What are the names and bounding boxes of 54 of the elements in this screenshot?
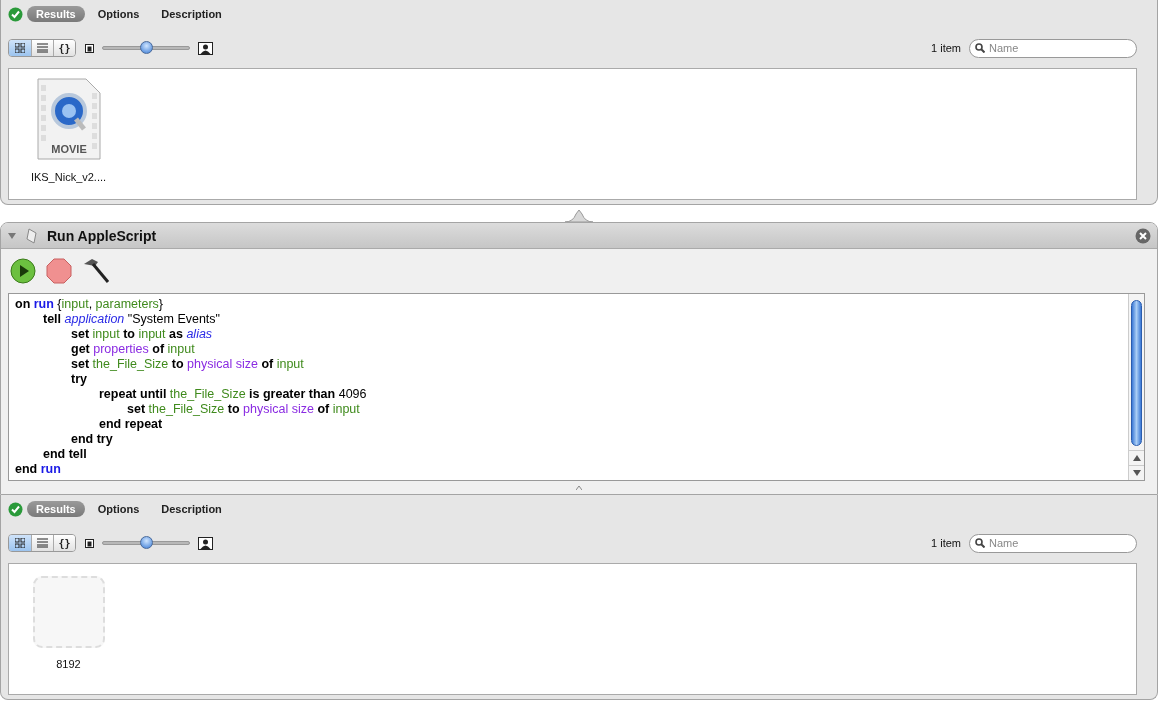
movie-file-icon[interactable]: MOVIE xyxy=(35,77,102,161)
item-name: IKS_Nick_v2.... xyxy=(30,171,107,183)
large-picture-icon xyxy=(198,536,213,550)
code-line: set the_File_Size to physical size of input xyxy=(126,402,361,417)
close-icon[interactable] xyxy=(1135,227,1151,244)
item-count: 1 item xyxy=(931,537,961,549)
resize-handle-icon[interactable] xyxy=(576,485,582,490)
scrollbar-thumb[interactable] xyxy=(1131,300,1142,446)
view-button[interactable] xyxy=(9,40,31,56)
view-button[interactable] xyxy=(31,535,53,551)
list-view-icon xyxy=(37,43,48,53)
checkmark-icon xyxy=(8,6,23,22)
code-line: on run {input, parameters} xyxy=(15,297,165,312)
tab[interactable]: Results xyxy=(27,501,85,517)
grid-view-icon xyxy=(15,538,25,548)
code-line: set input to input as alias xyxy=(70,327,214,342)
search-field[interactable]: Name xyxy=(969,533,1137,553)
view-button[interactable]: {} xyxy=(53,535,75,551)
large-picture-icon xyxy=(198,41,213,55)
script-scroll-icon xyxy=(25,227,39,244)
slider-thumb[interactable] xyxy=(140,41,153,54)
view-button[interactable] xyxy=(9,535,31,551)
tab[interactable]: Description xyxy=(152,6,231,22)
code-line: tell application "System Events" xyxy=(42,312,222,327)
tab[interactable]: Description xyxy=(152,501,231,517)
code-line: set the_File_Size to physical size of input xyxy=(70,357,305,372)
up-arrow-icon xyxy=(1132,455,1141,461)
small-picture-icon xyxy=(85,43,94,53)
run-icon[interactable] xyxy=(10,258,36,284)
search-field[interactable]: Name xyxy=(969,38,1137,58)
code-line: end run xyxy=(15,462,62,477)
down-arrow-icon xyxy=(1132,470,1141,476)
disclosure-triangle-icon[interactable] xyxy=(7,230,17,241)
code-line: end try xyxy=(70,432,114,447)
view-button[interactable] xyxy=(31,40,53,56)
code-line: get properties of input xyxy=(70,342,196,357)
code-line: end repeat xyxy=(98,417,164,432)
tab[interactable]: Options xyxy=(88,501,149,517)
action-title: Run AppleScript xyxy=(47,227,157,244)
hammer-icon[interactable] xyxy=(82,258,110,284)
list-view-icon xyxy=(37,538,48,548)
view-button[interactable]: {} xyxy=(53,40,75,56)
stop-icon[interactable] xyxy=(46,258,72,284)
item-count: 1 item xyxy=(931,42,961,54)
code-line: repeat until the_File_Size is greater than 4096 xyxy=(98,387,368,402)
checkmark-icon xyxy=(8,501,23,517)
tab[interactable]: Options xyxy=(88,6,149,22)
grid-view-icon xyxy=(15,43,25,53)
slider-thumb[interactable] xyxy=(140,536,153,549)
code-line: try xyxy=(70,372,88,387)
item-name: 8192 xyxy=(56,658,81,670)
small-picture-icon xyxy=(85,538,94,548)
code-line: end tell xyxy=(42,447,88,462)
tab[interactable]: Results xyxy=(27,6,85,22)
